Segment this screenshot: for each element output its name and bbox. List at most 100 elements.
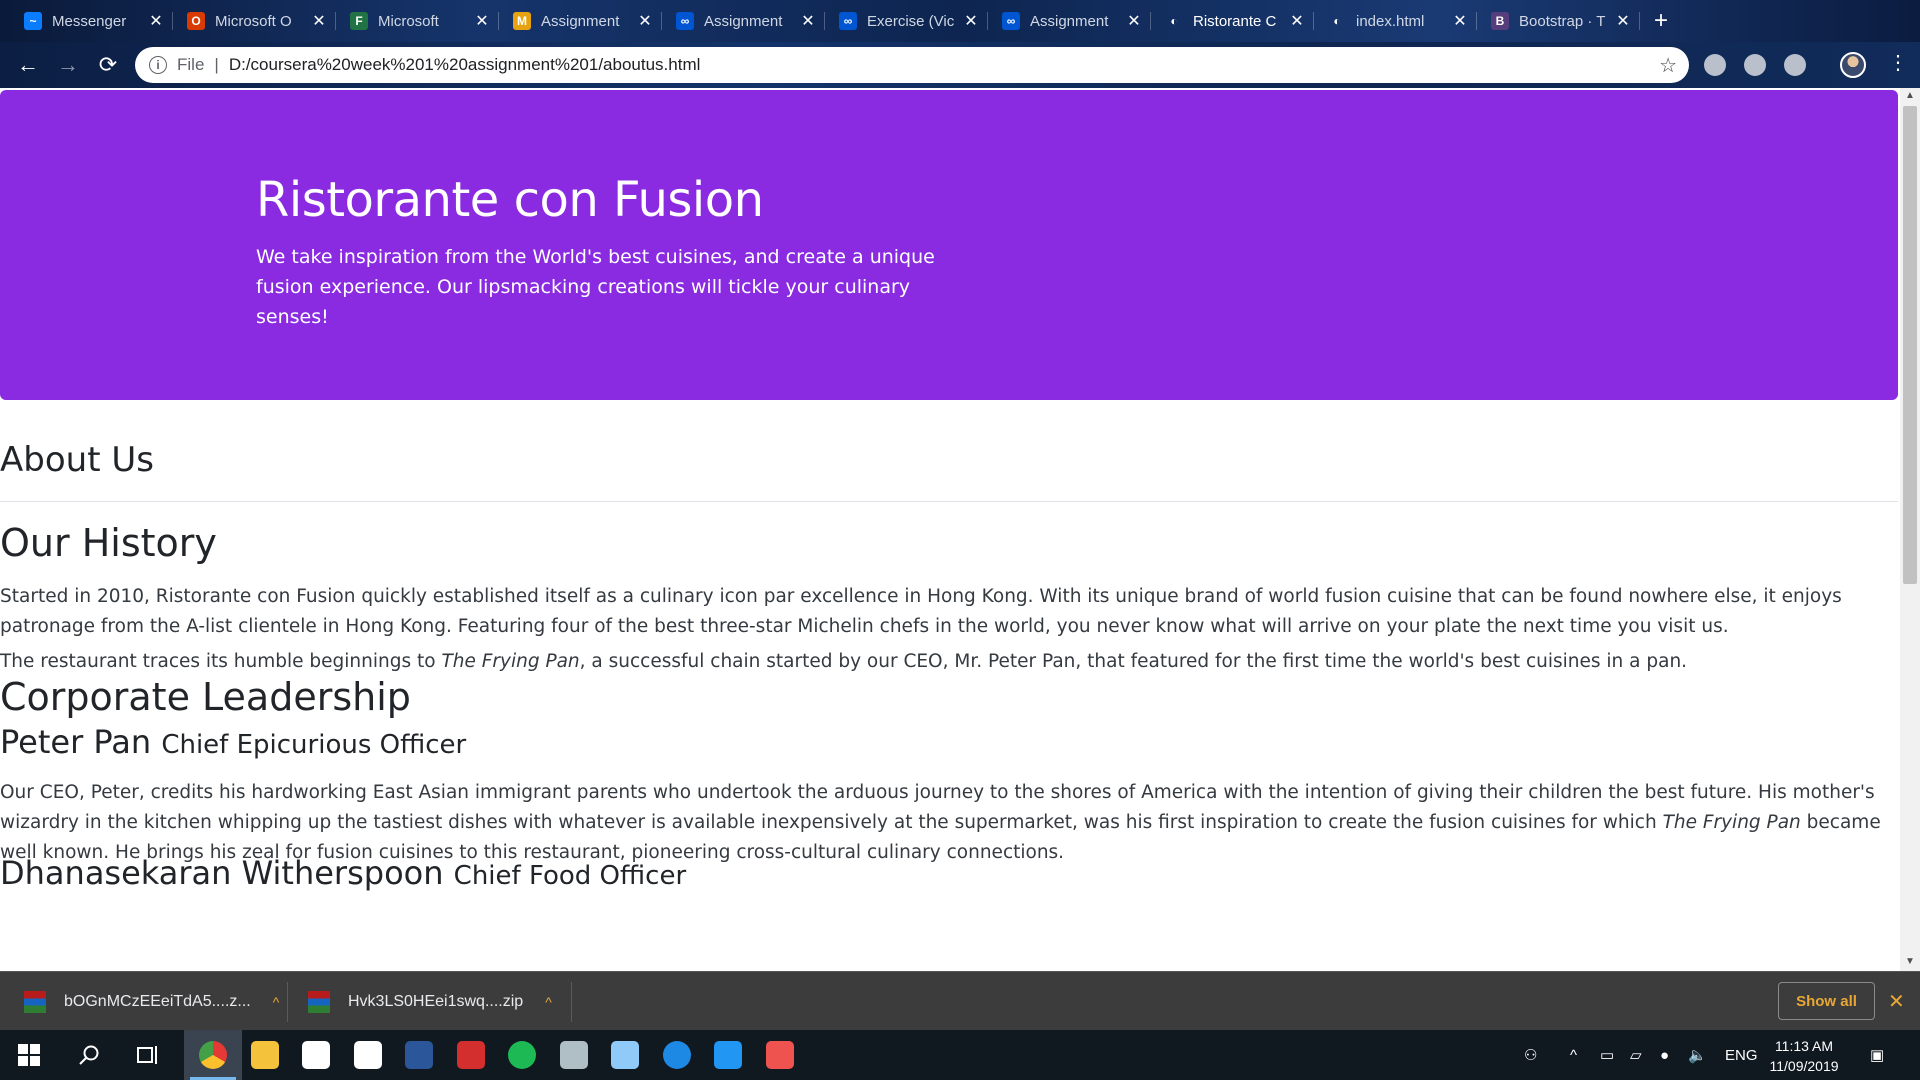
close-tab-icon[interactable]: ✕ — [962, 11, 980, 31]
taskbar-app-chrome[interactable] — [184, 1030, 242, 1080]
mail-icon — [353, 1041, 382, 1069]
tab-title: Exercise (Vic — [867, 12, 955, 30]
download-item[interactable]: bOGnMCzEEeiTdA5....z... ^ — [24, 972, 279, 1031]
network-icon[interactable]: ▱ — [1630, 1030, 1642, 1080]
extension-icon[interactable] — [1784, 54, 1806, 76]
taskbar-app-red-app[interactable] — [442, 1030, 500, 1080]
chevron-up-icon[interactable]: ^ — [1570, 1030, 1577, 1080]
browser-tab[interactable]: ◐ index.html ✕ — [1314, 0, 1477, 42]
taskbar-app-spotify[interactable] — [493, 1030, 551, 1080]
close-icon[interactable]: ✕ — [1888, 989, 1905, 1014]
battery-icon[interactable]: ▭ — [1600, 1030, 1614, 1080]
close-tab-icon[interactable]: ✕ — [1451, 11, 1469, 31]
taskbar-app-file-explorer[interactable] — [236, 1030, 294, 1080]
close-tab-icon[interactable]: ✕ — [310, 11, 328, 31]
new-tab-button[interactable]: + — [1654, 7, 1668, 35]
language-indicator[interactable]: ENG — [1725, 1030, 1758, 1080]
info-icon[interactable]: i — [149, 56, 167, 74]
leader-heading: Dhanasekaran Witherspoon Chief Food Offi… — [0, 854, 1896, 892]
profile-avatar[interactable] — [1840, 52, 1866, 78]
close-tab-icon[interactable]: ✕ — [1125, 11, 1143, 31]
taskbar-app-store[interactable] — [287, 1030, 345, 1080]
notifications-icon[interactable]: ▣ — [1870, 1030, 1884, 1080]
people-icon[interactable]: ⚇ — [1524, 1030, 1537, 1080]
taskbar-app-maps[interactable] — [648, 1030, 706, 1080]
back-button[interactable]: ← — [8, 45, 48, 85]
tab-favicon-icon: ∞ — [1002, 12, 1020, 30]
search-button[interactable] — [60, 1030, 118, 1080]
start-button[interactable] — [0, 1030, 58, 1080]
system-clock[interactable]: 11:13 AM 11/09/2019 — [1760, 1036, 1848, 1076]
divider — [571, 982, 572, 1022]
taskbar-app-word[interactable] — [390, 1030, 448, 1080]
taskbar-app-record-app[interactable] — [545, 1030, 603, 1080]
leader-name: Dhanasekaran Witherspoon — [0, 854, 444, 892]
close-tab-icon[interactable]: ✕ — [147, 11, 165, 31]
browser-tab[interactable]: O Microsoft O ✕ — [173, 0, 336, 42]
tab-title: Assignment — [541, 12, 620, 30]
chevron-up-icon[interactable]: ^ — [545, 994, 552, 1010]
tab-favicon-icon: O — [187, 12, 205, 30]
browser-tab[interactable]: ∞ Exercise (Vic ✕ — [825, 0, 988, 42]
volume-icon[interactable]: 🔈 — [1688, 1030, 1707, 1080]
leader-heading: Peter Pan Chief Epicurious Officer — [0, 723, 1896, 761]
taskbar-app-vscode[interactable] — [699, 1030, 757, 1080]
address-bar[interactable]: i File | D:/coursera%20week%201%20assign… — [135, 47, 1689, 83]
close-tab-icon[interactable]: ✕ — [1288, 11, 1306, 31]
forward-button[interactable]: → — [48, 45, 88, 85]
download-filename: Hvk3LS0HEei1swq....zip — [348, 992, 524, 1010]
history-paragraph-2: The restaurant traces its humble beginni… — [0, 651, 1688, 672]
tab-title: Bootstrap · T — [1519, 12, 1606, 30]
browser-tab[interactable]: ~ Messenger ✕ — [10, 0, 173, 42]
scroll-up-arrow-icon[interactable]: ▲ — [1900, 90, 1920, 101]
history-paragraph-1: Started in 2010, Ristorante con Fusion q… — [0, 586, 1842, 637]
taskbar-app-snipping-tool[interactable] — [751, 1030, 809, 1080]
close-tab-icon[interactable]: ✕ — [1614, 11, 1632, 31]
browser-toolbar: ← → ⟳ i File | D:/coursera%20week%201%20… — [0, 42, 1920, 88]
browser-tab[interactable]: B Bootstrap · T ✕ — [1477, 0, 1640, 42]
extension-icon[interactable] — [1744, 54, 1766, 76]
scroll-down-arrow-icon[interactable]: ▼ — [1900, 956, 1920, 967]
browser-tab[interactable]: ∞ Assignment ✕ — [662, 0, 825, 42]
url-text[interactable]: D:/coursera%20week%201%20assignment%201/… — [229, 55, 701, 75]
tab-favicon-icon: B — [1491, 12, 1509, 30]
scrollbar-thumb[interactable] — [1903, 106, 1917, 584]
tab-favicon-icon: ~ — [24, 12, 42, 30]
snipping-tool-icon — [765, 1041, 794, 1069]
tab-favicon-icon: F — [350, 12, 368, 30]
reload-button[interactable]: ⟳ — [88, 45, 128, 85]
browser-tab[interactable]: ◐ Ristorante C ✕ — [1151, 0, 1314, 42]
extension-icon[interactable] — [1704, 54, 1726, 76]
tab-favicon-icon: M — [513, 12, 531, 30]
windows-logo-icon — [18, 1044, 40, 1066]
chevron-up-icon[interactable]: ^ — [273, 994, 280, 1010]
chrome-icon — [199, 1041, 227, 1069]
browser-menu-icon[interactable]: ⋮ — [1888, 50, 1908, 75]
download-item[interactable]: Hvk3LS0HEei1swq....zip ^ — [308, 972, 552, 1031]
page-scrollbar[interactable]: ▲ ▼ — [1900, 88, 1920, 971]
search-icon — [79, 1045, 99, 1065]
tab-favicon-icon: ∞ — [839, 12, 857, 30]
tab-title: Assignment — [1030, 12, 1109, 30]
app-tray-icon[interactable]: ● — [1660, 1030, 1669, 1080]
history-heading: Our History — [0, 521, 217, 565]
close-tab-icon[interactable]: ✕ — [636, 11, 654, 31]
close-tab-icon[interactable]: ✕ — [473, 11, 491, 31]
taskbar-app-mail[interactable] — [339, 1030, 397, 1080]
taskbar-app-notepad-app[interactable] — [596, 1030, 654, 1080]
browser-tab[interactable]: M Assignment ✕ — [499, 0, 662, 42]
leader-title: Chief Food Officer — [453, 861, 687, 891]
show-all-button[interactable]: Show all — [1778, 982, 1875, 1020]
scheme-label: File — [177, 55, 205, 74]
page-viewport: Ristorante con Fusion We take inspiratio… — [0, 88, 1900, 971]
browser-tab[interactable]: F Microsoft ✕ — [336, 0, 499, 42]
leader-name: Peter Pan — [0, 723, 152, 761]
divider — [0, 501, 1898, 502]
about-heading: About Us — [0, 440, 154, 480]
site-tagline: We take inspiration from the World's bes… — [256, 246, 935, 328]
address-separator: | — [214, 55, 219, 74]
bookmark-star-icon[interactable]: ☆ — [1659, 53, 1677, 78]
task-view-button[interactable] — [120, 1030, 178, 1080]
close-tab-icon[interactable]: ✕ — [799, 11, 817, 31]
browser-tab[interactable]: ∞ Assignment ✕ — [988, 0, 1151, 42]
